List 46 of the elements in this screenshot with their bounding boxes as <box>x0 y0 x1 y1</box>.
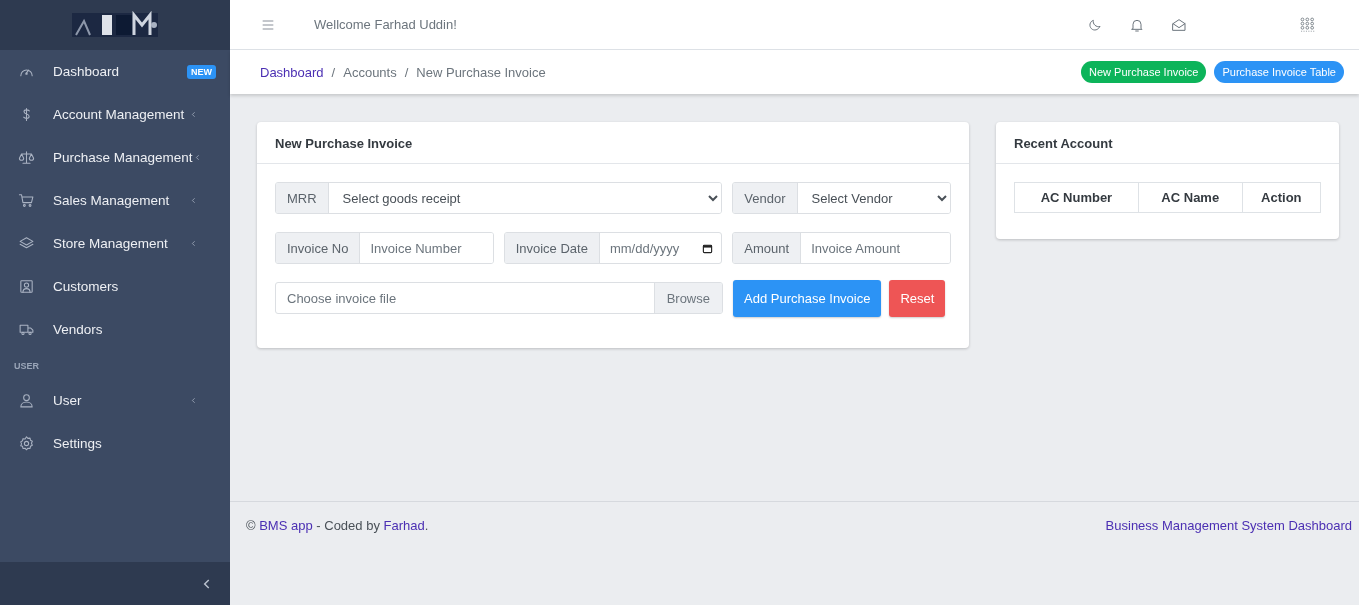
author-link[interactable]: Farhad <box>383 518 425 533</box>
breadcrumb-separator: / <box>404 64 409 80</box>
scale-icon <box>18 149 35 166</box>
date-field[interactable]: Invoice Date mm/dd/yyyy <box>503 232 723 264</box>
welcome-message: Wellcome Farhad Uddin! <box>314 17 458 32</box>
contact-card-icon <box>18 278 35 295</box>
sidebar-item[interactable]: Vendors <box>0 308 230 351</box>
input-label: MRR <box>276 183 329 213</box>
sidebar-section-label: USER <box>13 360 40 373</box>
input-label: Amount <box>733 233 802 263</box>
sidebar-item[interactable]: Account Management <box>0 93 230 136</box>
card-title: New Purchase Invoice <box>257 122 969 164</box>
gear-icon <box>18 435 35 452</box>
column-header: AC Name <box>1138 182 1243 213</box>
sidebar-item[interactable]: Settings <box>0 422 230 465</box>
select-field[interactable]: Vendor Select Vendor <box>732 182 951 214</box>
apps-grid-icon[interactable] <box>1299 15 1317 34</box>
sidebar-item[interactable]: User <box>0 379 230 422</box>
input-field[interactable]: Invoice No Invoice Number <box>275 232 494 264</box>
calendar-icon <box>702 242 714 254</box>
breadcrumb-separator: / <box>331 64 336 80</box>
input-label: Vendor <box>733 183 798 213</box>
card-title: Recent Account <box>996 122 1339 164</box>
sidebar-item[interactable]: Store Management <box>0 222 230 265</box>
input-label: Invoice Date <box>504 233 600 263</box>
breadcrumb-item: New Purchase Invoice <box>416 64 546 80</box>
sidebar-item[interactable]: Sales Management <box>0 179 230 222</box>
dashboard-link[interactable]: Business Management System Dashboard <box>1105 518 1352 605</box>
select-field[interactable]: MRR Select goods receipt <box>275 182 723 214</box>
sidebar-item[interactable]: Purchase Management <box>0 136 230 179</box>
browse-button[interactable]: Browse <box>653 283 722 313</box>
copyright-text: © BMS app - Coded by Farhad. <box>246 518 429 535</box>
sidebar-item[interactable]: Customers <box>0 265 230 308</box>
column-header: AC Number <box>1014 182 1139 213</box>
input-label: Invoice No <box>276 233 361 263</box>
new-badge: NEW <box>187 64 216 79</box>
breadcrumb-item: Accounts <box>343 64 397 80</box>
app-link[interactable]: BMS app <box>259 518 313 533</box>
envelope-icon[interactable] <box>1171 16 1187 33</box>
file-field[interactable]: Choose invoice file Browse <box>275 282 723 314</box>
user-icon <box>18 392 35 409</box>
cart-icon <box>18 192 35 209</box>
breadcrumb-link[interactable]: Dashboard <box>260 64 324 80</box>
sidebar-item[interactable]: Dashboard NEW <box>0 50 230 93</box>
column-header: Action <box>1242 182 1321 213</box>
input-field[interactable]: Amount Invoice Amount <box>732 232 951 264</box>
